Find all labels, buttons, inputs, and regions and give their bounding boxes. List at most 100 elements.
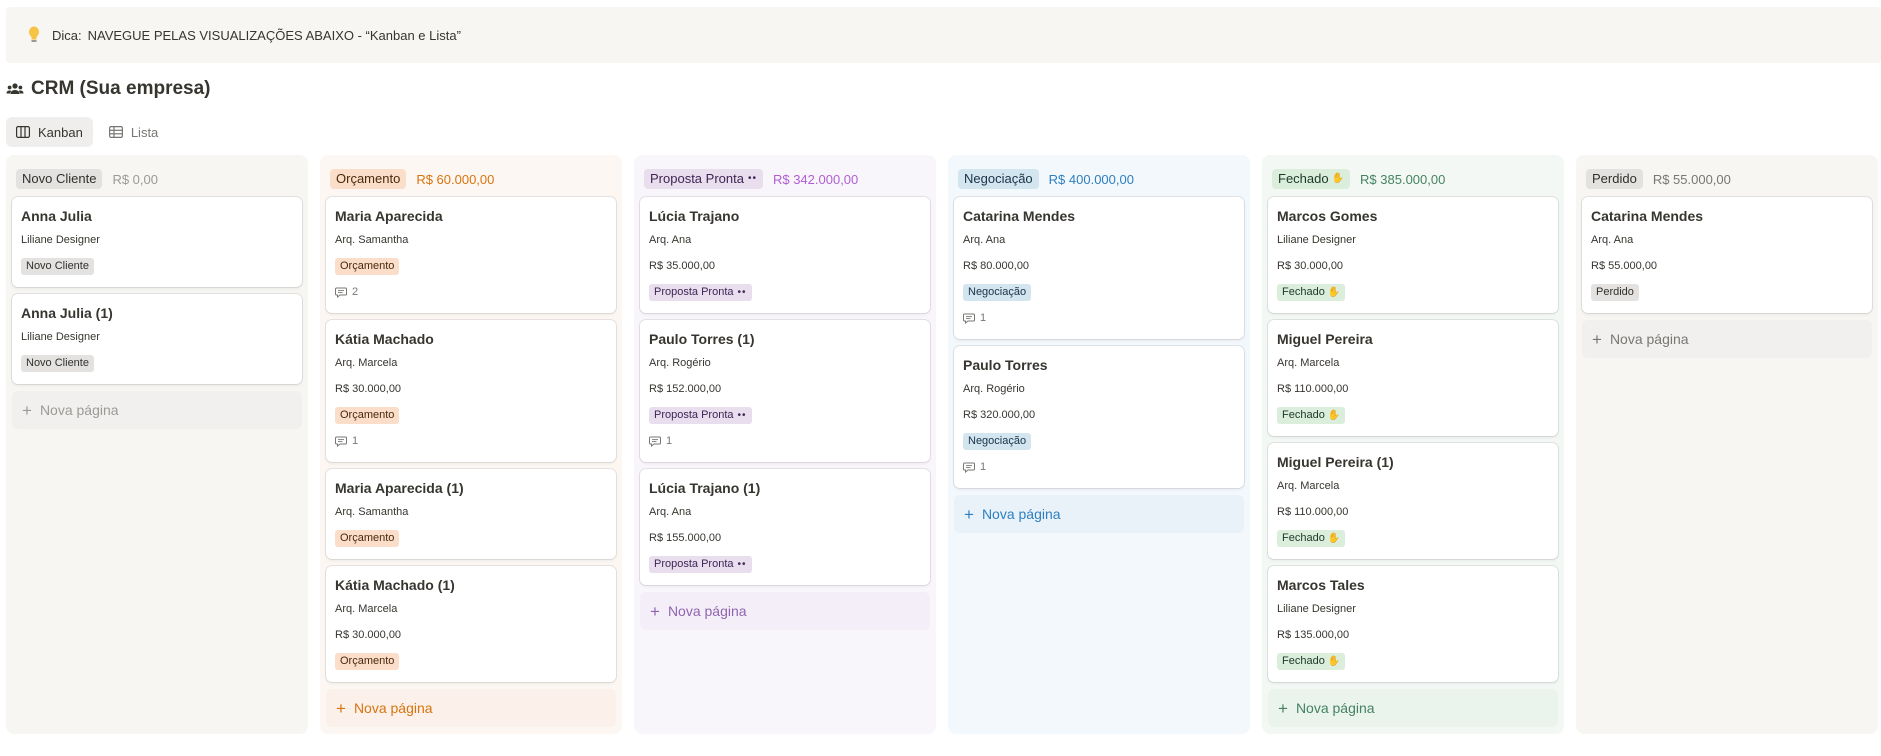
- card-value: R$ 155.000,00: [649, 532, 722, 544]
- card-status: Perdido: [1591, 279, 1863, 305]
- comment-count-value: 2: [352, 286, 359, 298]
- status-badge: Orçamento: [335, 529, 400, 547]
- plus-icon: +: [1278, 698, 1288, 718]
- people-icon: [6, 83, 24, 94]
- deal-card[interactable]: Lúcia Trajano Arq. Ana R$ 35.000,00 Propost…: [640, 197, 930, 313]
- card-responsible: Arq. Ana: [963, 234, 1006, 246]
- new-page-button[interactable]: + Nova página: [954, 495, 1244, 533]
- card-responsible: Arq. Ana: [1591, 234, 1634, 246]
- plus-icon: +: [1592, 329, 1602, 349]
- new-page-button[interactable]: + Nova página: [640, 592, 930, 630]
- card-title: Marcos Gomes: [1277, 208, 1378, 224]
- deal-card[interactable]: Kátia Machado Arq. Marcela R$ 30.000,00 Orç…: [326, 320, 616, 462]
- column-status-pill[interactable]: Orçamento: [330, 169, 407, 189]
- table-icon: [108, 126, 123, 138]
- tip-callout: Dica: NAVEGUE PELAS VISUALIZAÇÕES ABAIXO…: [6, 7, 1881, 63]
- card-status: Orçamento: [335, 525, 607, 551]
- deal-card[interactable]: Maria Aparecida (1) Arq. Samantha Orçament…: [326, 469, 616, 559]
- deal-card[interactable]: Miguel Pereira Arq. Marcela R$ 110.000,00 F…: [1268, 320, 1558, 436]
- new-page-button[interactable]: + Nova página: [1582, 320, 1872, 358]
- deal-card[interactable]: Maria Aparecida Arq. Samantha Orçamento 2: [326, 197, 616, 313]
- page-header: CRM (Sua empresa): [6, 78, 211, 100]
- card-title: Maria Aparecida: [335, 208, 443, 224]
- column-total: R$ 385.000,00: [1360, 171, 1446, 187]
- card-status: Novo Cliente: [21, 350, 293, 376]
- card-status: Fechado ✋: [1277, 279, 1549, 305]
- status-badge: Negociação: [963, 432, 1032, 450]
- status-badge: Orçamento: [335, 257, 400, 275]
- plus-icon: +: [964, 504, 974, 524]
- card-status: Orçamento: [335, 253, 607, 279]
- comment-count-value: 1: [666, 435, 673, 447]
- new-page-button[interactable]: + Nova página: [12, 391, 302, 429]
- deal-card[interactable]: Anna Julia (1) Liliane Designer Novo Clien…: [12, 294, 302, 384]
- card-status: Proposta Pronta ••: [649, 402, 921, 428]
- card-value: R$ 110.000,00: [1277, 383, 1349, 395]
- deal-card[interactable]: Lúcia Trajano (1) Arq. Ana R$ 155.000,00 Pr…: [640, 469, 930, 585]
- deal-card[interactable]: Paulo Torres Arq. Rogério R$ 320.000,00 Neg…: [954, 346, 1244, 488]
- card-title: Anna Julia (1): [21, 305, 113, 321]
- tab-kanban[interactable]: Kanban: [6, 117, 93, 147]
- column-status-label: Perdido: [1592, 171, 1637, 186]
- comment-count-value: 1: [980, 312, 987, 324]
- new-page-label: Nova página: [1609, 331, 1689, 347]
- tab-lista-label: Lista: [130, 124, 159, 140]
- card-value: R$ 152.000,00: [649, 383, 722, 395]
- tab-kanban-label: Kanban: [38, 124, 83, 140]
- deal-card[interactable]: Kátia Machado (1) Arq. Marcela R$ 30.000,0…: [326, 566, 616, 682]
- status-badge: Fechado ✋: [1277, 529, 1346, 547]
- new-page-button[interactable]: + Nova página: [326, 689, 616, 727]
- status-badge-label: Fechado: [1282, 408, 1325, 421]
- deal-card[interactable]: Marcos Gomes Liliane Designer R$ 30.000,00…: [1268, 197, 1558, 313]
- deal-card[interactable]: Marcos Tales Liliane Designer R$ 135.000,0…: [1268, 566, 1558, 682]
- card-responsible: Arq. Marcela: [335, 603, 398, 615]
- card-title: Catarina Mendes: [963, 208, 1076, 224]
- column-status-pill[interactable]: Perdido: [1586, 169, 1643, 189]
- card-responsible: Arq. Marcela: [1277, 480, 1340, 492]
- status-badge: Novo Cliente: [21, 257, 94, 275]
- status-badge-label: Novo Cliente: [26, 356, 89, 369]
- deal-card[interactable]: Miguel Pereira (1) Arq. Marcela R$ 110.000…: [1268, 443, 1558, 559]
- plus-icon: +: [650, 601, 660, 621]
- tip-text: NAVEGUE PELAS VISUALIZAÇÕES ABAIXO - “Ka…: [87, 27, 461, 43]
- comment-count: 1: [963, 454, 1235, 480]
- tab-lista[interactable]: Lista: [99, 117, 168, 147]
- status-badge: Negociação: [963, 283, 1032, 301]
- status-badge-label: Negociação: [968, 434, 1027, 447]
- card-title: Lúcia Trajano: [649, 208, 740, 224]
- hand-emoji-icon: ✋: [1327, 286, 1341, 298]
- deal-card[interactable]: Anna Julia Liliane Designer Novo Cliente: [12, 197, 302, 287]
- kanban-board: Novo Cliente R$ 0,00 Anna Julia Liliane Des…: [6, 155, 1878, 734]
- status-badge-label: Proposta Pronta: [654, 557, 734, 570]
- card-responsible: Arq. Marcela: [1277, 357, 1340, 369]
- page-title: CRM (Sua empresa): [31, 78, 211, 99]
- status-badge-label: Fechado: [1282, 654, 1325, 667]
- card-value: R$ 135.000,00: [1277, 629, 1350, 641]
- column-negocia-o: Negociação R$ 400.000,00 Catarina Mendes Ar…: [948, 155, 1250, 734]
- eyes-emoji-icon: ••: [737, 558, 747, 570]
- status-badge: Fechado ✋: [1277, 406, 1346, 424]
- column-total: R$ 55.000,00: [1652, 171, 1731, 187]
- column-status-pill[interactable]: Fechado ✋: [1272, 169, 1351, 189]
- card-value: R$ 55.000,00: [1591, 260, 1658, 272]
- card-responsible: Arq. Ana: [649, 234, 692, 246]
- column-total: R$ 0,00: [112, 171, 158, 187]
- card-status: Fechado ✋: [1277, 402, 1549, 428]
- column-status-pill[interactable]: Negociação: [958, 169, 1039, 189]
- column-header: Negociação R$ 400.000,00: [954, 161, 1244, 197]
- card-value: R$ 35.000,00: [649, 260, 716, 272]
- comment-count: 2: [335, 279, 607, 305]
- card-status: Proposta Pronta ••: [649, 279, 921, 305]
- deal-card[interactable]: Paulo Torres (1) Arq. Rogério R$ 152.000,0…: [640, 320, 930, 462]
- column-status-pill[interactable]: Novo Cliente: [16, 169, 103, 189]
- card-responsible: Arq. Samantha: [335, 506, 409, 518]
- status-badge-label: Orçamento: [340, 408, 395, 421]
- new-page-button[interactable]: + Nova página: [1268, 689, 1558, 727]
- plus-icon: +: [22, 400, 32, 420]
- column-status-pill[interactable]: Proposta Pronta ••: [644, 169, 763, 189]
- deal-card[interactable]: Catarina Mendes Arq. Ana R$ 80.000,00 Negoc…: [954, 197, 1244, 339]
- deal-card[interactable]: Catarina Mendes Arq. Ana R$ 55.000,00 Perdi…: [1582, 197, 1872, 313]
- column-total: R$ 400.000,00: [1048, 171, 1134, 187]
- comment-count: 1: [963, 305, 1235, 331]
- card-title: Kátia Machado: [335, 331, 434, 347]
